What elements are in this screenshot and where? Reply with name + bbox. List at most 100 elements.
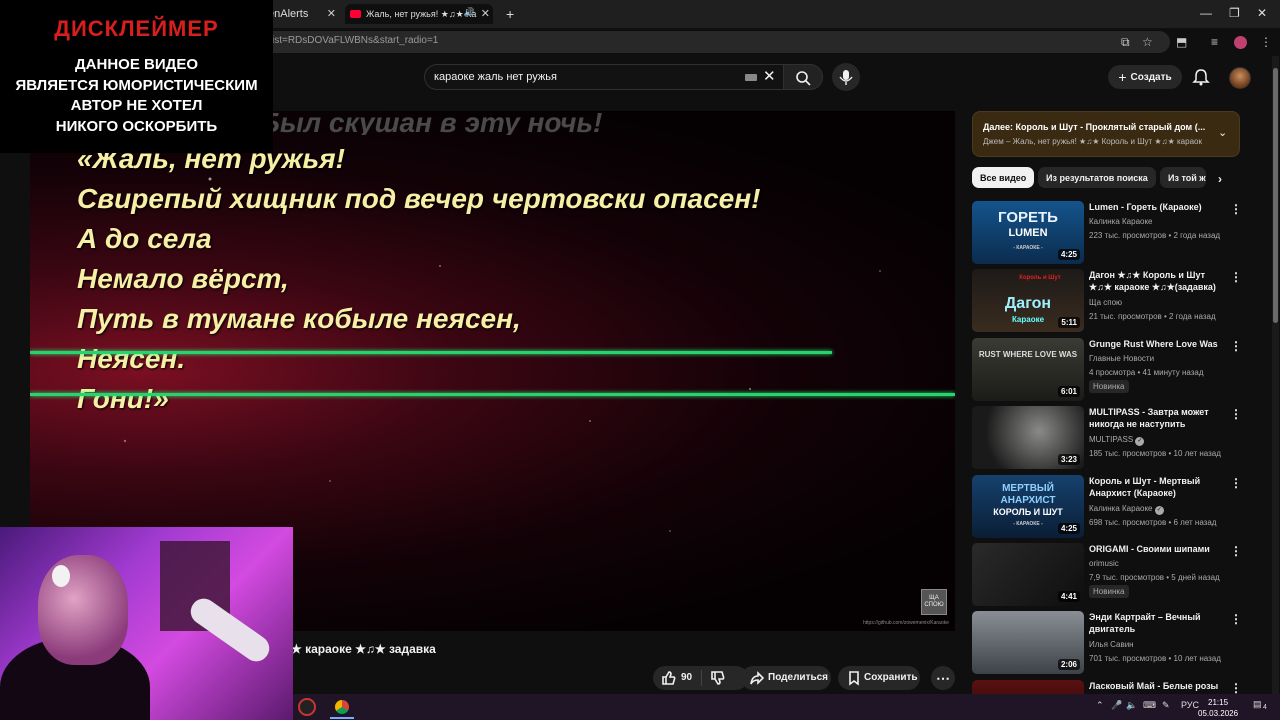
video-title[interactable]: MULTIPASS - Завтра может никогда не наст…	[1089, 406, 1223, 430]
disclaimer-overlay: ДИСКЛЕЙМЕР ДАННОЕ ВИДЕО ЯВЛЯЕТСЯ ЮМОРИСТ…	[0, 0, 273, 153]
share-button[interactable]: Поделиться	[741, 666, 831, 690]
language-indicator[interactable]: РУС	[1181, 700, 1199, 710]
channel-name[interactable]: Илья Савин	[1089, 640, 1229, 649]
maximize-icon[interactable]: ❐	[1229, 6, 1240, 20]
video-title[interactable]: Король и Шут - Мертвый Анархист (Караоке…	[1089, 475, 1223, 499]
video-meta: 21 тыс. просмотров • 2 года назад	[1089, 312, 1216, 321]
thumbnail[interactable]	[972, 680, 1084, 694]
chevron-down-icon[interactable]: ⌄	[1218, 126, 1227, 139]
more-vert-icon[interactable]: ⋮	[1230, 681, 1240, 694]
video-title[interactable]: Grunge Rust Where Love Was	[1089, 338, 1223, 350]
chip-all-videos[interactable]: Все видео	[972, 167, 1035, 188]
channel-name[interactable]: orimusic	[1089, 559, 1229, 568]
list-item[interactable]: 4:41 ORIGAMI - Своими шипами orimusic 7,…	[972, 543, 1242, 607]
more-vert-icon[interactable]: ⋮	[1230, 202, 1242, 216]
channel-name[interactable]: Главные Новости	[1089, 354, 1229, 363]
voice-search-button[interactable]	[832, 63, 860, 91]
create-button[interactable]: + Создать	[1108, 65, 1182, 89]
video-title[interactable]: Дагон ★♫★ Король и Шут ★♫★ караоке ★♫★(з…	[1089, 269, 1223, 293]
list-item[interactable]: RUST WHERE LOVE WAS 6:01 Grunge Rust Whe…	[972, 338, 1242, 402]
microphone-tray-icon[interactable]: 🎤	[1111, 700, 1122, 711]
more-vert-icon[interactable]: ⋮	[1230, 270, 1242, 284]
browser-tab-active[interactable]: Жаль, нет ружья! ★♫★ Ка 🔊 ✕	[345, 4, 493, 24]
chevron-right-icon[interactable]: ›	[1218, 172, 1222, 186]
menu-kebab-icon[interactable]: ⋮	[1260, 35, 1272, 49]
bookmark-icon	[846, 670, 862, 689]
obs-icon[interactable]	[298, 698, 316, 716]
thumb-text: МЕРТВЫЙ	[1002, 483, 1054, 494]
more-horizontal-icon: ⋯	[936, 669, 950, 686]
scrollbar-thumb[interactable]	[1273, 68, 1278, 323]
more-vert-icon[interactable]: ⋮	[1230, 612, 1242, 626]
progress-guide-line	[30, 393, 955, 396]
share-icon	[749, 670, 765, 689]
chip-same-channel[interactable]: Из той ж	[1160, 167, 1206, 188]
like-button[interactable]	[661, 670, 677, 689]
thumbnail[interactable]: 2:06	[972, 611, 1084, 674]
channel-name[interactable]: MULTIPASS ✓	[1089, 435, 1229, 446]
account-avatar[interactable]	[1229, 67, 1251, 89]
thumbs-down-icon	[711, 671, 725, 685]
list-item[interactable]: МЕРТВЫЙ АНАРХИСТ КОРОЛЬ И ШУТ - КАРАОКЕ …	[972, 475, 1242, 539]
bookmark-star-icon[interactable]: ☆	[1142, 35, 1153, 49]
close-window-icon[interactable]: ✕	[1257, 6, 1267, 20]
save-button[interactable]: Сохранить	[838, 666, 920, 690]
channel-name[interactable]: Калинка Караоке	[1089, 217, 1229, 226]
thumb-text: АНАРХИСТ	[1000, 495, 1056, 506]
thumbnail[interactable]: МЕРТВЫЙ АНАРХИСТ КОРОЛЬ И ШУТ - КАРАОКЕ …	[972, 475, 1084, 538]
audio-icon[interactable]: 🔊	[464, 7, 475, 18]
video-title[interactable]: Ласковый Май - Белые розы	[1089, 680, 1223, 692]
notification-count: 4	[1263, 704, 1267, 711]
browser-tab[interactable]: enAlerts ✕	[268, 4, 336, 24]
video-meta: 223 тыс. просмотров • 2 года назад	[1089, 231, 1221, 240]
minimize-icon[interactable]: —	[1200, 6, 1212, 20]
more-vert-icon[interactable]: ⋮	[1230, 407, 1242, 421]
volume-icon[interactable]: 🔈	[1126, 700, 1137, 711]
clear-search-icon[interactable]: ✕	[763, 67, 776, 85]
video-title[interactable]: Lumen - Гореть (Караоке)	[1089, 201, 1223, 213]
close-tab-icon[interactable]: ✕	[481, 7, 490, 20]
chevron-up-icon[interactable]: ⌃	[1096, 700, 1104, 711]
dislike-button[interactable]	[710, 670, 726, 689]
more-actions-button[interactable]: ⋯	[931, 666, 955, 690]
thumbnail[interactable]: Король и Шут Дагон Караоке 5:11	[972, 269, 1084, 332]
media-control-icon[interactable]: ≡	[1211, 35, 1218, 49]
url-text[interactable]: ist=RDsDOVaFLWBNs&start_radio=1	[272, 35, 438, 46]
thumbnail[interactable]: 3:23	[972, 406, 1084, 469]
tab-label: Жаль, нет ружья! ★♫★ Ка	[366, 8, 477, 19]
notification-icon[interactable]: ▤	[1253, 699, 1262, 710]
list-item[interactable]: 3:23 MULTIPASS - Завтра может никогда не…	[972, 406, 1242, 470]
taskbar-clock[interactable]: 21:15 05.03.2026	[1198, 697, 1238, 719]
new-badge: Новинка	[1089, 380, 1129, 393]
thumbnail[interactable]: 4:41	[972, 543, 1084, 606]
video-title[interactable]: ORIGAMI - Своими шипами	[1089, 543, 1223, 555]
install-icon[interactable]: ⧉	[1121, 35, 1130, 50]
network-icon[interactable]: ⌨	[1143, 700, 1156, 711]
extensions-icon[interactable]: ⬒	[1176, 35, 1187, 49]
close-tab-icon[interactable]: ✕	[327, 7, 336, 20]
notifications-bell-icon[interactable]	[1192, 68, 1210, 91]
channel-name[interactable]: Ща спою	[1089, 298, 1229, 307]
pen-icon[interactable]: ✎	[1162, 700, 1170, 711]
thumbnail[interactable]: RUST WHERE LOVE WAS 6:01	[972, 338, 1084, 401]
list-item[interactable]: 2:06 Энди Картрайт – Вечный двигатель Ил…	[972, 611, 1242, 675]
new-tab-button[interactable]: +	[506, 4, 520, 24]
chip-from-search[interactable]: Из результатов поиска	[1038, 167, 1156, 188]
upnext-panel[interactable]: Далее: Король и Шут - Проклятый старый д…	[972, 111, 1240, 157]
thumb-text: Король и Шут	[1019, 275, 1061, 281]
channel-name[interactable]: Калинка Караоке ✓	[1089, 504, 1229, 515]
thumbnail[interactable]: ГОРЕТЬ LUMEN - КАРАОКЕ - 4:25	[972, 201, 1084, 264]
chrome-icon[interactable]	[331, 696, 353, 718]
more-vert-icon[interactable]: ⋮	[1230, 544, 1242, 558]
video-title[interactable]: Энди Картрайт – Вечный двигатель	[1089, 611, 1223, 635]
keyboard-icon[interactable]	[745, 74, 757, 81]
search-query-text[interactable]: караоке жаль нет ружья	[434, 71, 557, 83]
channel-label: MULTIPASS	[1089, 435, 1134, 444]
list-item[interactable]: Король и Шут Дагон Караоке 5:11 Дагон ★♫…	[972, 269, 1242, 333]
list-item[interactable]: Ласковый Май - Белые розы ⋮	[972, 680, 1240, 694]
profile-avatar[interactable]	[1234, 36, 1247, 49]
more-vert-icon[interactable]: ⋮	[1230, 476, 1242, 490]
more-vert-icon[interactable]: ⋮	[1230, 339, 1242, 353]
list-item[interactable]: ГОРЕТЬ LUMEN - КАРАОКЕ - 4:25 Lumen - Го…	[972, 201, 1242, 265]
search-button[interactable]	[783, 64, 823, 90]
